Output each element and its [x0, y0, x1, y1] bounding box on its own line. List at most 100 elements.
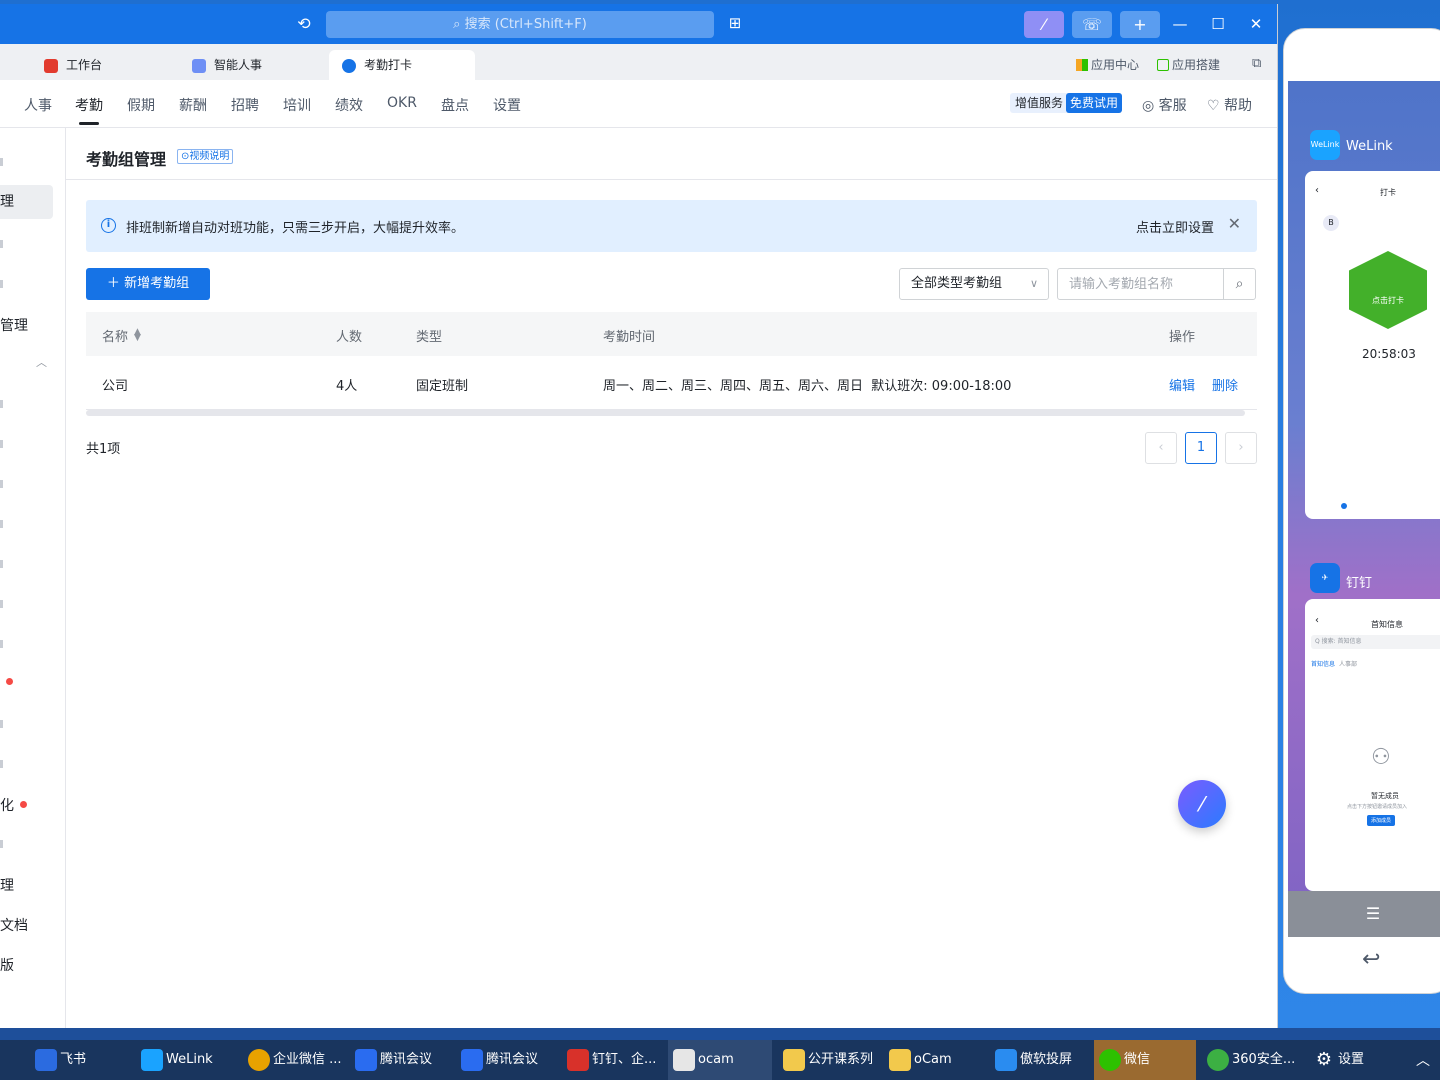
- nav-hr[interactable]: 人事: [24, 95, 52, 115]
- value-added-service[interactable]: 增值服务 免费试用: [1010, 93, 1123, 113]
- prev-page-button[interactable]: ‹: [1145, 432, 1177, 464]
- close-window-button[interactable]: ✕: [1246, 14, 1266, 34]
- phone-mirror-window: WeLink WeLink ‹ 打卡 B 点击打卡 20:58:03 ✈ 钉钉 …: [1283, 28, 1440, 994]
- nav-attendance[interactable]: 考勤: [75, 95, 103, 125]
- horizontal-scrollbar[interactable]: [86, 410, 1245, 416]
- minimize-button[interactable]: —: [1170, 14, 1190, 34]
- sidebar-item-marker: [0, 720, 3, 728]
- card-title: 打卡: [1380, 188, 1396, 197]
- close-icon[interactable]: ✕: [1228, 214, 1241, 233]
- global-search-input[interactable]: ⌕ 搜索 (Ctrl+Shift+F): [326, 11, 714, 38]
- nav-performance[interactable]: 绩效: [335, 95, 363, 115]
- app-center-link[interactable]: 应用中心: [1076, 56, 1139, 73]
- table-row: 公司 4人 固定班制 周一、周二、周三、周四、周五、周六、周日 默认班次: 09…: [86, 356, 1257, 410]
- app-builder-icon: [1157, 59, 1169, 71]
- sidebar-item[interactable]: 版: [0, 955, 60, 975]
- phone-recents-background: WeLink WeLink ‹ 打卡 B 点击打卡 20:58:03 ✈ 钉钉 …: [1288, 81, 1440, 937]
- nav-settings[interactable]: 设置: [493, 95, 521, 115]
- notice-banner: i 排班制新增自动对班功能，只需三步开启，大幅提升效率。 点击立即设置 ✕: [86, 200, 1257, 252]
- search-icon[interactable]: ⌕: [1223, 269, 1255, 299]
- folder-icon: [783, 1049, 805, 1071]
- customer-service-link[interactable]: ◎ 客服: [1142, 95, 1187, 115]
- sidebar-item-marker: [0, 440, 3, 448]
- workbench-icon: [44, 58, 58, 73]
- welink-app-card[interactable]: ‹ 打卡 B 点击打卡 20:58:03: [1305, 171, 1440, 519]
- taskbar-item-ocam-active[interactable]: ocam: [668, 1040, 772, 1080]
- taskbar-item-wps[interactable]: 钉钉、企...: [562, 1040, 662, 1080]
- taskbar-item-wechat[interactable]: 微信: [1094, 1040, 1196, 1080]
- col-actions: 操作: [1169, 330, 1196, 345]
- dingtalk-app-icon: ✈: [1310, 563, 1340, 593]
- punch-button[interactable]: 点击打卡: [1349, 251, 1427, 329]
- sidebar-item[interactable]: 理: [0, 875, 60, 895]
- app-builder-link[interactable]: 应用搭建: [1157, 56, 1220, 73]
- attendance-group-table: 名称 ▲ ▼ 人数 类型 考勤时间 操作 公司 4人 固定班制 周一、周二、周三、周…: [86, 312, 1257, 416]
- taskbar-item-tencent-meeting[interactable]: 腾讯会议: [350, 1040, 454, 1080]
- ai-assistant-fab[interactable]: ⁄: [1178, 780, 1226, 828]
- taskbar-item-folder-ocam[interactable]: oCam: [884, 1040, 984, 1080]
- popout-icon[interactable]: ⧉: [1252, 56, 1261, 71]
- back-arrow-icon[interactable]: ↩: [1362, 947, 1380, 972]
- tab-attendance[interactable]: 考勤打卡: [329, 50, 475, 80]
- col-count: 人数: [336, 330, 363, 345]
- taskbar-item-tencent-meeting-2[interactable]: 腾讯会议: [456, 1040, 560, 1080]
- menu-icon[interactable]: ☰: [1288, 891, 1440, 937]
- taskbar-item-welink[interactable]: WeLink: [136, 1040, 236, 1080]
- phone-call-button[interactable]: ☏: [1072, 11, 1112, 38]
- back-icon: ‹: [1315, 185, 1319, 196]
- add-member-button[interactable]: 添加成员: [1367, 815, 1396, 826]
- taskbar-item-feishu[interactable]: 飞书: [30, 1040, 130, 1080]
- group-type: 固定班制: [416, 379, 469, 394]
- sidebar-item-with-dot[interactable]: [0, 675, 60, 691]
- group-name: 公司: [102, 379, 129, 394]
- nav-training[interactable]: 培训: [283, 95, 311, 115]
- sidebar-item[interactable]: 文档: [0, 915, 60, 935]
- member-count: 4人: [336, 379, 358, 394]
- taskbar-item-folder-course[interactable]: 公开课系列: [778, 1040, 878, 1080]
- next-page-button[interactable]: ›: [1225, 432, 1257, 464]
- sort-icon[interactable]: ▲ ▼: [134, 328, 141, 343]
- dingtalk-app-card[interactable]: ‹ 首知信息 Q 搜索: 首知信息 首知信息 人事部 ⚇ 暂无成员 点击下方按钮…: [1305, 599, 1440, 891]
- add-attendance-group-button[interactable]: ＋ 新增考勤组: [86, 268, 210, 300]
- tab-workbench[interactable]: 工作台: [44, 50, 184, 80]
- apps-grid-icon[interactable]: ⊞: [724, 14, 746, 34]
- taskbar-item-screen-mirror[interactable]: 傲软投屏: [990, 1040, 1090, 1080]
- chevron-up-icon[interactable]: ︿: [1416, 1050, 1430, 1070]
- page-number-button[interactable]: 1: [1185, 432, 1217, 464]
- notice-action-link[interactable]: 点击立即设置: [1136, 217, 1214, 236]
- tab-label: 智能人事: [214, 58, 263, 72]
- tab-punch-icon: [1341, 503, 1347, 509]
- avatar: B: [1323, 215, 1339, 231]
- sidebar-item-selected[interactable]: 理: [0, 185, 53, 219]
- video-guide-link[interactable]: ⊙视频说明: [177, 149, 234, 164]
- taskbar-item-360[interactable]: 360安全...: [1202, 1040, 1302, 1080]
- nav-leave[interactable]: 假期: [127, 95, 155, 115]
- nav-recruiting[interactable]: 招聘: [231, 95, 259, 115]
- history-icon[interactable]: ⟲: [294, 14, 314, 34]
- wechat-icon: [1099, 1049, 1121, 1071]
- nav-inventory[interactable]: 盘点: [441, 95, 469, 115]
- main-content: 考勤组管理 ⊙视频说明 i 排班制新增自动对班功能，只需三步开启，大幅提升效率。…: [66, 128, 1277, 1028]
- browser-icon: [248, 1049, 270, 1071]
- chevron-down-icon: ∨: [1029, 277, 1038, 290]
- taskbar-item-wecom[interactable]: 企业微信 ...: [243, 1040, 347, 1080]
- taskbar-item-settings[interactable]: ⚙ 设置: [1308, 1040, 1388, 1080]
- edit-link[interactable]: 编辑: [1169, 375, 1195, 394]
- help-link[interactable]: ♡ 帮助: [1207, 95, 1252, 115]
- sidebar-item[interactable]: 化: [0, 795, 60, 815]
- ai-assistant-button[interactable]: ⁄: [1024, 11, 1064, 38]
- card-tab: 人事部: [1339, 661, 1358, 668]
- col-name[interactable]: 名称 ▲ ▼: [102, 326, 141, 346]
- delete-link[interactable]: 删除: [1212, 375, 1238, 394]
- group-search-input[interactable]: [1058, 269, 1223, 299]
- nav-okr[interactable]: OKR: [387, 95, 417, 111]
- search-icon: ⌕: [453, 17, 465, 32]
- sidebar-item[interactable]: 管理: [0, 315, 60, 335]
- tab-label: 工作台: [66, 58, 103, 72]
- maximize-button[interactable]: ☐: [1208, 14, 1228, 34]
- sidebar-item-marker: [0, 240, 3, 248]
- nav-payroll[interactable]: 薪酬: [179, 95, 207, 115]
- add-button[interactable]: +: [1120, 11, 1160, 38]
- tab-smart-hr[interactable]: 智能人事: [192, 50, 322, 80]
- group-type-select[interactable]: 全部类型考勤组 ∨: [899, 268, 1049, 300]
